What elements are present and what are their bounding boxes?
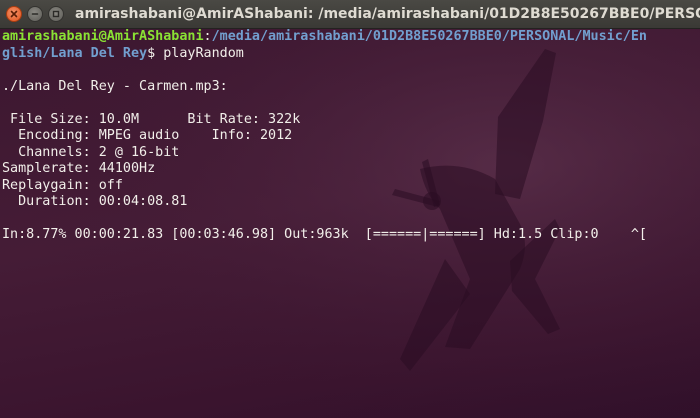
minimize-button[interactable] xyxy=(27,6,43,22)
window-controls xyxy=(6,6,69,22)
title-bar[interactable]: amirashabani@AmirAShabani: /media/amiras… xyxy=(0,0,700,29)
replaygain-line: Replaygain: off xyxy=(2,177,123,193)
maximize-button[interactable] xyxy=(48,6,64,22)
close-icon xyxy=(10,10,18,18)
minimize-icon xyxy=(31,13,39,15)
prompt-user-host: amirashabani@AmirAShabani xyxy=(2,29,204,44)
samplerate-line: Samplerate: 44100Hz xyxy=(2,161,156,176)
prompt-symbol: $ xyxy=(147,45,156,61)
window-title: amirashabani@AmirAShabani: /media/amiras… xyxy=(75,6,700,22)
prompt-colon: : xyxy=(203,29,212,44)
prompt-line-wrap: glish/Lana Del Rey$ playRandom xyxy=(2,46,700,63)
close-button[interactable] xyxy=(6,6,22,22)
file-size-line: File Size: 10.0M Bit Rate: 322k xyxy=(2,111,301,127)
maximize-icon xyxy=(52,10,60,18)
terminal-area[interactable]: amirashabani@AmirAShabani:/media/amirash… xyxy=(0,29,700,418)
prompt-path-wrap: glish/Lana Del Rey xyxy=(2,45,148,61)
prompt-path: /media/amirashabani/01D2B8E50267BBE0/PER… xyxy=(211,29,647,44)
channels-line: Channels: 2 @ 16-bit xyxy=(2,144,180,160)
encoding-line: Encoding: MPEG audio Info: 2012 xyxy=(2,128,293,143)
filename-line: ./Lana Del Rey - Carmen.mp3: xyxy=(2,78,228,94)
playback-status-line: In:8.77% 00:00:21.83 [00:03:46.98] Out:9… xyxy=(2,227,647,242)
duration-line: Duration: 00:04:08.81 xyxy=(2,194,188,209)
command-text: playRandom xyxy=(163,45,244,61)
terminal-window: amirashabani@AmirAShabani: /media/amiras… xyxy=(0,0,700,418)
terminal-output: amirashabani@AmirAShabani:/media/amirash… xyxy=(2,29,700,244)
prompt-line: amirashabani@AmirAShabani:/media/amirash… xyxy=(2,29,700,46)
